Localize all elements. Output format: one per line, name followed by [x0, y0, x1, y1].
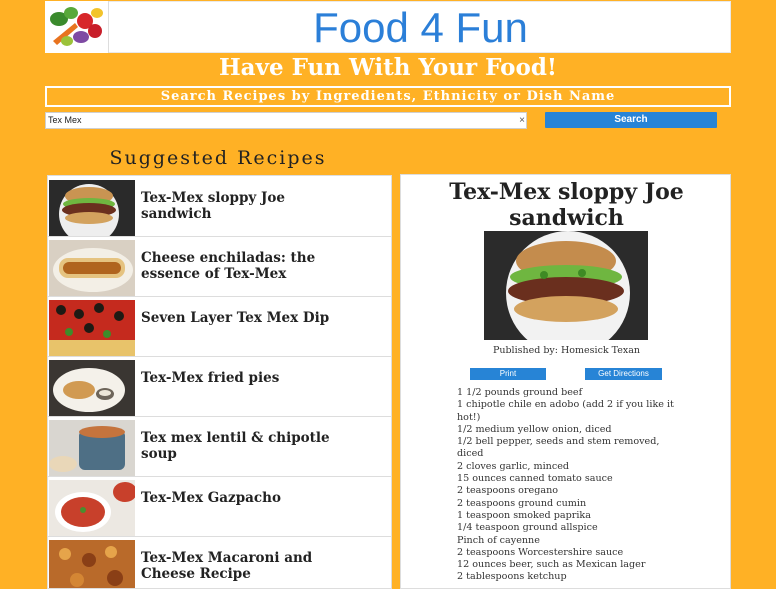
fried-pies-photo [49, 360, 135, 416]
ingredient-item: 2 tablespoons ketchup [457, 571, 567, 583]
site-title: Food 4 Fun [313, 4, 528, 51]
recipe-detail-title: Tex-Mex sloppy Joe sandwich [449, 179, 684, 231]
layer-dip-photo [49, 300, 135, 356]
recipe-item-title: Tex mex lentil & chipotle soup [141, 430, 330, 462]
recipe-item-layer-dip[interactable]: Seven Layer Tex Mex Dip [48, 297, 391, 357]
print-button[interactable]: Print [470, 368, 546, 380]
gazpacho-photo [49, 480, 135, 536]
ingredient-item: 1/2 medium yellow onion, diced [457, 423, 612, 435]
macaroni-photo [49, 540, 135, 588]
search-button[interactable]: Search [545, 112, 717, 128]
recipe-item-title: Tex-Mex fried pies [141, 370, 280, 386]
ingredient-item: 1 chipotle chile en adobo (add 2 if you … [457, 399, 674, 423]
recipe-item-title: Tex-Mex Gazpacho [141, 490, 281, 506]
recipe-item-macaroni[interactable]: Tex-Mex Macaroni and Cheese Recipe [48, 537, 391, 588]
tagline: Have Fun With Your Food! [218, 54, 558, 81]
recipe-item-title: Seven Layer Tex Mex Dip [141, 310, 330, 326]
ingredient-item: 1 teaspoon smoked paprika [457, 509, 591, 521]
recipe-item-title: Tex-Mex Macaroni and Cheese Recipe [141, 550, 313, 582]
ingredient-item: 1/4 teaspoon ground allspice [457, 522, 598, 534]
ingredient-item: 1/2 bell pepper, seeds and stem removed,… [457, 436, 660, 460]
ingredient-item: 2 teaspoons Worcestershire sauce [457, 546, 624, 558]
ingredient-item: 12 ounces beer, such as Mexican lager [457, 559, 646, 571]
ingredient-item: Pinch of cayenne [457, 534, 540, 546]
lentil-soup-photo [49, 420, 135, 476]
ingredient-item: 15 ounces canned tomato sauce [457, 473, 613, 485]
ingredients-list: 1 1/2 pounds ground beef 1 chipotle chil… [457, 387, 687, 584]
search-input[interactable]: Tex Mex [45, 112, 527, 129]
ingredient-item: 2 teaspoons ground cumin [457, 497, 587, 509]
ingredient-item: 2 cloves garlic, minced [457, 460, 570, 472]
ingredient-item: 2 teaspoons oregano [457, 485, 559, 497]
recipe-item-title: Tex-Mex sloppy Joe sandwich [141, 190, 285, 222]
recipe-list: Tex-Mex sloppy Joe sandwich Cheese enchi… [47, 175, 392, 589]
recipe-item-fried-pies[interactable]: Tex-Mex fried pies [48, 357, 391, 417]
recipe-item-gazpacho[interactable]: Tex-Mex Gazpacho [48, 477, 391, 537]
suggested-recipes-heading: Suggested Recipes [109, 147, 327, 169]
recipe-detail-panel: Tex-Mex sloppy Joe sandwich Published by… [400, 174, 731, 589]
enchiladas-photo [49, 240, 135, 296]
sloppy-joe-photo [49, 180, 135, 236]
sloppy-joe-photo [484, 231, 648, 340]
ingredient-item: 1 1/2 pounds ground beef [457, 387, 583, 398]
clear-icon[interactable]: × [517, 113, 527, 128]
recipe-item-lentil-soup[interactable]: Tex mex lentil & chipotle soup [48, 417, 391, 477]
recipe-item-enchiladas[interactable]: Cheese enchiladas: the essence of Tex-Me… [48, 237, 391, 297]
recipe-item-sloppy-joe[interactable]: Tex-Mex sloppy Joe sandwich [48, 177, 391, 237]
publisher-text: Published by: Homesick Texan [492, 345, 641, 356]
search-banner: Search Recipes by Ingredients, Ethnicity… [45, 86, 731, 107]
vegetables-logo-icon [45, 1, 109, 53]
recipe-item-title: Cheese enchiladas: the essence of Tex-Me… [141, 250, 316, 282]
get-directions-button[interactable]: Get Directions [585, 368, 662, 380]
